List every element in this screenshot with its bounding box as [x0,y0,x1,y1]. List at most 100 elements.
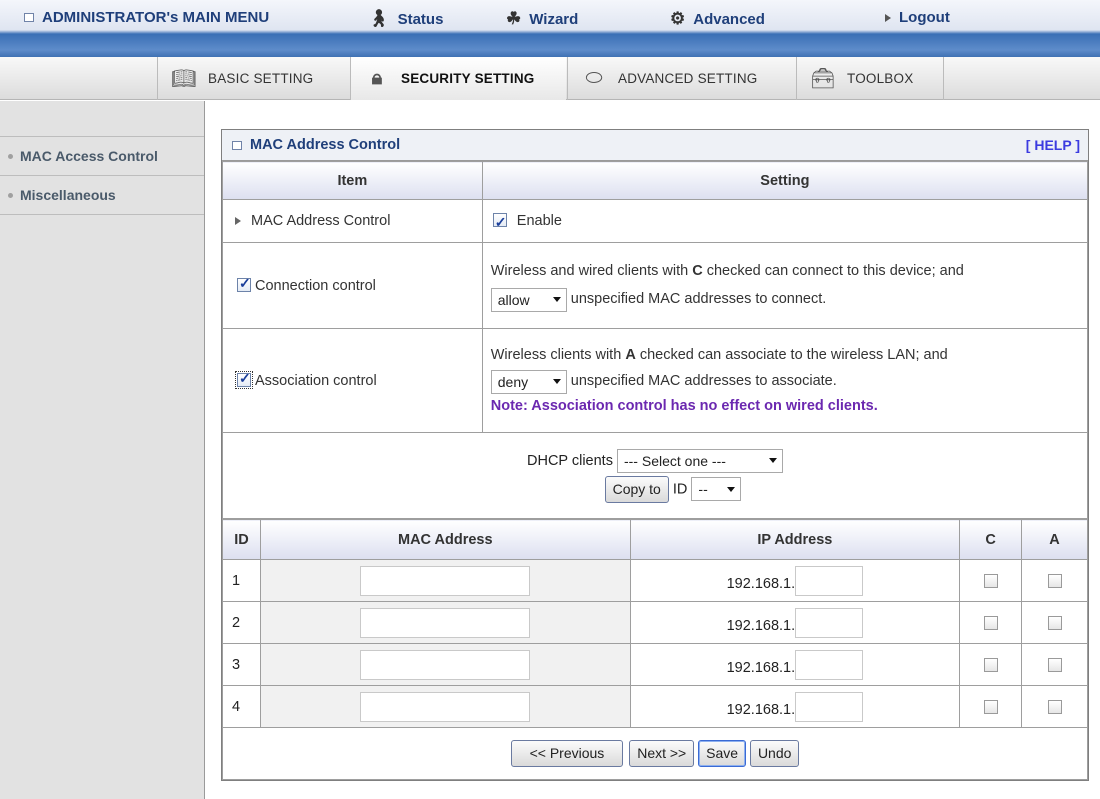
mac-control-label: MAC Address Control [251,213,391,229]
enable-checkbox[interactable] [492,210,507,234]
toolbox-icon: 🧰︎ [810,68,836,90]
ip-prefix: 192.168.1. [726,660,796,677]
help-link[interactable]: [ HELP ] [1026,137,1080,153]
sidebar-item-miscellaneous[interactable]: Miscellaneous [0,176,204,215]
association-note: Note: Association control has no effect … [490,397,878,414]
ip-prefix: 192.168.1. [726,576,796,593]
row-id: 4 [222,685,261,728]
row-id: 1 [222,559,261,602]
status-label: Status [397,10,444,28]
book-icon: 📖︎ [171,68,197,90]
connection-policy-select[interactable]: allow [490,287,567,312]
chevron-down-icon [727,486,736,492]
column-header-a: A [1021,519,1088,560]
associate-checkbox[interactable] [1047,699,1062,714]
advanced-icon: ⚙ [670,9,686,28]
tab-advanced-setting[interactable]: ⬭ ADVANCED SETTING [567,57,795,100]
column-header-setting: Setting [481,161,1089,200]
mac-address-input[interactable] [360,607,531,638]
logout-label: Logout [899,9,950,26]
ip-suffix-input[interactable] [795,607,864,638]
connect-checkbox[interactable] [983,657,998,672]
tab-label: SECURITY SETTING [401,71,535,86]
person-icon: 🚶︎ [368,9,390,28]
advanced-link[interactable]: ⚙ Advanced [670,9,765,29]
wizard-label: Wizard [529,10,579,28]
bullet-icon [8,153,13,159]
main-menu-link[interactable]: ADMINISTRATOR's MAIN MENU [24,9,269,26]
ip-prefix: 192.168.1. [726,702,796,719]
row-id: 3 [222,643,261,686]
id-label: ID [672,480,688,497]
panel-title: MAC Address Control [250,137,401,153]
status-link[interactable]: 🚶︎ Status [368,9,443,29]
connect-checkbox[interactable] [983,615,998,630]
arrow-right-icon [235,217,241,225]
ip-suffix-input[interactable] [795,649,864,680]
tab-security-setting[interactable]: 🔒︎ SECURITY SETTING [350,57,566,100]
copy-id-select[interactable]: -- [691,477,742,501]
ip-suffix-input[interactable] [795,691,864,722]
wizard-icon: ☘ [506,9,522,28]
ip-suffix-input[interactable] [795,565,864,596]
dhcp-clients-label: DHCP clients [527,452,613,469]
column-header-c: C [959,519,1023,560]
mac-address-input[interactable] [360,691,531,722]
enable-label: Enable [516,213,562,229]
mac-address-table: ID MAC Address IP Address C A 1 192.168.… [222,519,1088,780]
sidebar-item-mac-access-control[interactable]: MAC Access Control [0,137,204,176]
column-header-id: ID [222,519,261,560]
save-button[interactable]: Save [698,740,747,767]
settings-table: Item Setting MAC Address Control Enable … [222,161,1089,519]
association-control-checkbox[interactable] [235,370,253,389]
tab-label: TOOLBOX [847,71,914,86]
square-bullet-icon [24,13,34,22]
associate-checkbox[interactable] [1047,615,1062,630]
router-icon: ⬭ [585,67,603,89]
sidebar-item-label: MAC Access Control [20,148,158,164]
undo-button[interactable]: Undo [749,740,800,767]
next-button[interactable]: Next >> [629,740,695,767]
association-policy-select[interactable]: deny [490,369,567,394]
copy-to-button[interactable]: Copy to [604,475,669,503]
chevron-down-icon [768,458,777,463]
advanced-label: Advanced [693,10,765,28]
dhcp-clients-select[interactable]: --- Select one --- [616,448,783,473]
table-row: 1 192.168.1. [222,559,1088,602]
connection-control-label: Connection control [255,277,376,294]
associate-checkbox[interactable] [1047,657,1062,672]
main-content: MAC Address Control [ HELP ] Item Settin… [221,129,1089,781]
mac-address-control-panel: MAC Address Control [ HELP ] Item Settin… [221,129,1089,781]
tab-label: BASIC SETTING [208,71,314,86]
table-row: 2 192.168.1. [222,601,1088,644]
wizard-link[interactable]: ☘ Wizard [506,9,578,29]
chevron-down-icon [552,297,561,303]
logout-link[interactable]: Logout [885,9,950,26]
mac-address-input[interactable] [360,565,531,596]
tab-toolbox[interactable]: 🧰︎ TOOLBOX [796,57,944,100]
column-header-item: Item [222,161,483,200]
row-id: 2 [222,601,261,644]
table-row: 3 192.168.1. [222,643,1088,686]
mac-address-input[interactable] [360,649,531,680]
column-header-ip: IP Address [629,519,961,560]
connect-checkbox[interactable] [983,699,998,714]
table-row: 4 192.168.1. [222,685,1088,728]
associate-checkbox[interactable] [1047,573,1062,588]
top-menu-bar: ADMINISTRATOR's MAIN MENU 🚶︎ Status ☘ Wi… [0,0,1100,57]
sidebar-item-label: Miscellaneous [20,187,116,203]
sidebar: MAC Access Control Miscellaneous [0,101,205,799]
connection-control-checkbox[interactable] [237,275,251,292]
association-control-label: Association control [255,372,377,389]
square-bullet-icon [232,140,242,150]
previous-button[interactable]: << Previous [510,740,624,767]
lock-icon: 🔒︎ [371,67,383,89]
settings-tab-bar: 📖︎ BASIC SETTING 🔒︎ SECURITY SETTING ⬭ A… [0,57,1100,100]
arrow-right-icon [885,13,891,22]
tab-basic-setting[interactable]: 📖︎ BASIC SETTING [157,57,349,100]
ip-prefix: 192.168.1. [726,618,796,635]
panel-header: MAC Address Control [ HELP ] [222,130,1088,161]
chevron-down-icon [552,379,561,385]
bullet-icon [8,192,13,198]
connect-checkbox[interactable] [983,573,998,588]
